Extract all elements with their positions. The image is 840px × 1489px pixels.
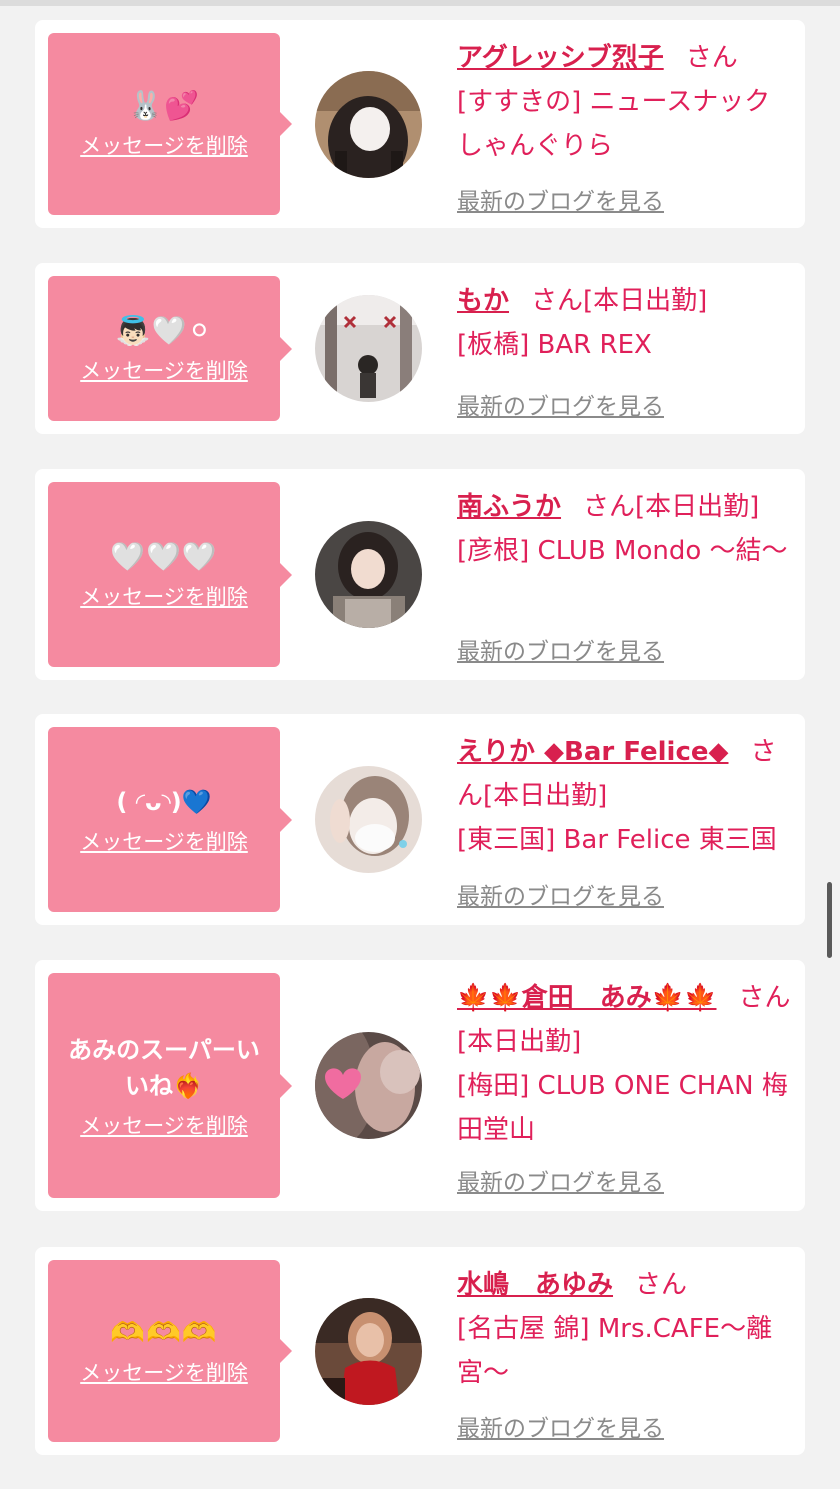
delete-message-link[interactable]: メッセージを削除 xyxy=(80,581,248,611)
store-name: [名古屋 錦] Mrs.CAFE〜離宮〜 xyxy=(457,1314,773,1388)
delete-message-link[interactable]: メッセージを削除 xyxy=(80,1110,248,1140)
avatar[interactable] xyxy=(315,1298,422,1405)
profile-name-link[interactable]: 南ふうか xyxy=(457,492,561,522)
profile-info: 南ふうか さん[本日出勤] [彦根] CLUB Mondo 〜結〜 xyxy=(457,485,797,573)
avatar[interactable] xyxy=(315,521,422,628)
message-card: ( ◜ᴗ◝)💙 メッセージを削除 えりか ◆Bar Felice◆ さん[本日出勤… xyxy=(35,714,805,925)
latest-blog-link[interactable]: 最新のブログを見る xyxy=(457,1163,664,1197)
message-text: 🤍🤍🤍 xyxy=(110,539,218,573)
message-text: ( ◜ᴗ◝)💙 xyxy=(116,787,212,816)
message-bubble: ( ◜ᴗ◝)💙 メッセージを削除 xyxy=(48,727,292,912)
message-text: あみのスーパーいいね❤️‍🔥 xyxy=(68,1035,260,1100)
attendance-tag: [本日出勤] xyxy=(635,492,760,522)
delete-message-link[interactable]: メッセージを削除 xyxy=(80,1357,248,1387)
avatar[interactable] xyxy=(315,766,422,873)
avatar[interactable] xyxy=(315,295,422,402)
attendance-tag: [本日出勤] xyxy=(583,286,708,316)
profile-name-link[interactable]: えりか ◆Bar Felice◆ xyxy=(457,737,729,767)
profile-name-link[interactable]: 水嶋 あゆみ xyxy=(457,1270,613,1300)
profile-name-link[interactable]: もか xyxy=(457,286,509,316)
latest-blog-link[interactable]: 最新のブログを見る xyxy=(457,632,664,666)
message-bubble: 👼🏻🤍⚪ メッセージを削除 xyxy=(48,276,292,421)
message-card: 🐰💕 メッセージを削除 アグレッシブ烈子 さん [すすきの] ニュースナック しゃ… xyxy=(35,20,805,228)
delete-message-link[interactable]: メッセージを削除 xyxy=(80,130,248,160)
latest-blog-link[interactable]: 最新のブログを見る xyxy=(457,387,664,421)
message-bubble: あみのスーパーいいね❤️‍🔥 メッセージを削除 xyxy=(48,973,292,1198)
honorific: さん xyxy=(635,1270,688,1300)
message-bubble: 🫶🫶🫶 メッセージを削除 xyxy=(48,1260,292,1442)
message-text: 👼🏻🤍⚪ xyxy=(115,313,213,347)
latest-blog-link[interactable]: 最新のブログを見る xyxy=(457,182,664,216)
message-bubble: 🤍🤍🤍 メッセージを削除 xyxy=(48,482,292,667)
latest-blog-link[interactable]: 最新のブログを見る xyxy=(457,1409,664,1443)
honorific: さん xyxy=(531,286,584,316)
message-text: 🫶🫶🫶 xyxy=(110,1316,218,1349)
message-card: 👼🏻🤍⚪ メッセージを削除 もか さん[本日出勤] [板橋] BAR REX 最新… xyxy=(35,263,805,434)
store-name: [板橋] BAR REX xyxy=(457,330,652,360)
attendance-tag: [本日出勤] xyxy=(457,1027,582,1057)
profile-name-link[interactable]: 🍁🍁倉田 あみ🍁🍁 xyxy=(457,983,717,1013)
message-card: 🤍🤍🤍 メッセージを削除 南ふうか さん[本日出勤] [彦根] CLUB Mond… xyxy=(35,469,805,680)
delete-message-link[interactable]: メッセージを削除 xyxy=(80,355,248,385)
store-name: [すすきの] ニュースナック しゃんぐりら xyxy=(457,87,771,161)
message-text: 🐰💕 xyxy=(128,89,200,122)
message-card: 🫶🫶🫶 メッセージを削除 水嶋 あゆみ さん [名古屋 錦] Mrs.CAFE〜離… xyxy=(35,1247,805,1455)
honorific: さん xyxy=(685,43,738,73)
attendance-tag: [本日出勤] xyxy=(483,781,608,811)
profile-info: えりか ◆Bar Felice◆ さん[本日出勤] [東三国] Bar Felic… xyxy=(457,730,797,862)
honorific: さん xyxy=(738,983,791,1013)
profile-name-link[interactable]: アグレッシブ烈子 xyxy=(457,43,664,73)
avatar[interactable] xyxy=(315,1032,422,1139)
profile-info: 水嶋 あゆみ さん [名古屋 錦] Mrs.CAFE〜離宮〜 xyxy=(457,1263,797,1395)
message-card: あみのスーパーいいね❤️‍🔥 メッセージを削除 🍁🍁倉田 あみ🍁🍁 さん [本日出勤… xyxy=(35,960,805,1211)
store-name: [彦根] CLUB Mondo 〜結〜 xyxy=(457,536,788,566)
honorific: さん xyxy=(583,492,636,522)
store-name: [東三国] Bar Felice 東三国 xyxy=(457,825,777,855)
profile-info: もか さん[本日出勤] [板橋] BAR REX xyxy=(457,279,797,367)
profile-info: 🍁🍁倉田 あみ🍁🍁 さん [本日出勤] [梅田] CLUB ONE CHAN 梅田堂… xyxy=(457,976,797,1152)
delete-message-link[interactable]: メッセージを削除 xyxy=(80,826,248,856)
store-name: [梅田] CLUB ONE CHAN 梅田堂山 xyxy=(457,1071,788,1145)
message-bubble: 🐰💕 メッセージを削除 xyxy=(48,33,292,215)
profile-info: アグレッシブ烈子 さん [すすきの] ニュースナック しゃんぐりら xyxy=(457,36,797,168)
latest-blog-link[interactable]: 最新のブログを見る xyxy=(457,877,664,911)
scrollbar-thumb[interactable] xyxy=(827,882,832,958)
avatar[interactable] xyxy=(315,71,422,178)
top-divider xyxy=(0,0,840,6)
